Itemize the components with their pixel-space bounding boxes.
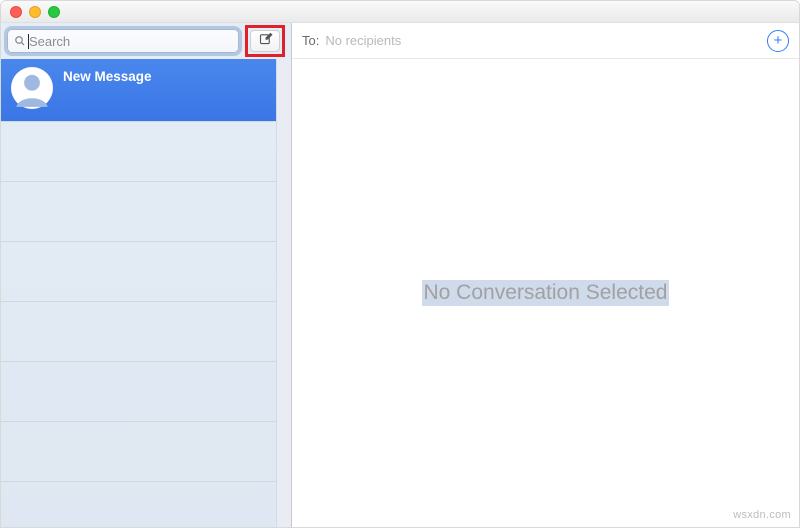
search-field[interactable] xyxy=(7,29,239,53)
search-input[interactable] xyxy=(29,34,232,49)
conversation-list: New Message xyxy=(1,59,276,527)
main-pane: To: No recipients + No Conversation Sele… xyxy=(292,23,799,527)
search-icon xyxy=(14,35,26,47)
list-row-placeholder xyxy=(1,481,276,527)
window-titlebar xyxy=(1,1,799,23)
empty-state-text: No Conversation Selected xyxy=(422,280,670,306)
list-row-placeholder xyxy=(1,241,276,301)
recipients-input[interactable]: No recipients xyxy=(325,33,761,48)
plus-icon: + xyxy=(774,33,783,48)
minimize-window-button[interactable] xyxy=(29,6,41,18)
conversation-area: No Conversation Selected xyxy=(292,59,799,527)
conversation-item[interactable]: New Message xyxy=(1,59,276,121)
sidebar-toolbar xyxy=(1,23,291,59)
recipients-row: To: No recipients + xyxy=(292,23,799,59)
close-window-button[interactable] xyxy=(10,6,22,18)
highlight-annotation xyxy=(245,25,285,57)
compose-new-message-button[interactable] xyxy=(250,30,280,52)
list-row-placeholder xyxy=(1,121,276,181)
list-row-placeholder xyxy=(1,181,276,241)
fullscreen-window-button[interactable] xyxy=(48,6,60,18)
messages-window: New Message To: No recipients + xyxy=(0,0,800,528)
list-row-placeholder xyxy=(1,421,276,481)
sidebar: New Message xyxy=(1,23,292,527)
window-body: New Message To: No recipients + xyxy=(1,23,799,527)
sidebar-content: New Message xyxy=(1,59,291,527)
avatar-icon xyxy=(11,67,53,109)
watermark: wsxdn.com xyxy=(733,509,791,521)
to-label: To: xyxy=(302,33,319,48)
add-recipient-button[interactable]: + xyxy=(767,30,789,52)
list-row-placeholder xyxy=(1,361,276,421)
compose-icon xyxy=(258,31,273,51)
list-row-placeholder xyxy=(1,301,276,361)
conversation-title: New Message xyxy=(63,69,152,84)
sidebar-scrollbar[interactable] xyxy=(276,59,291,527)
